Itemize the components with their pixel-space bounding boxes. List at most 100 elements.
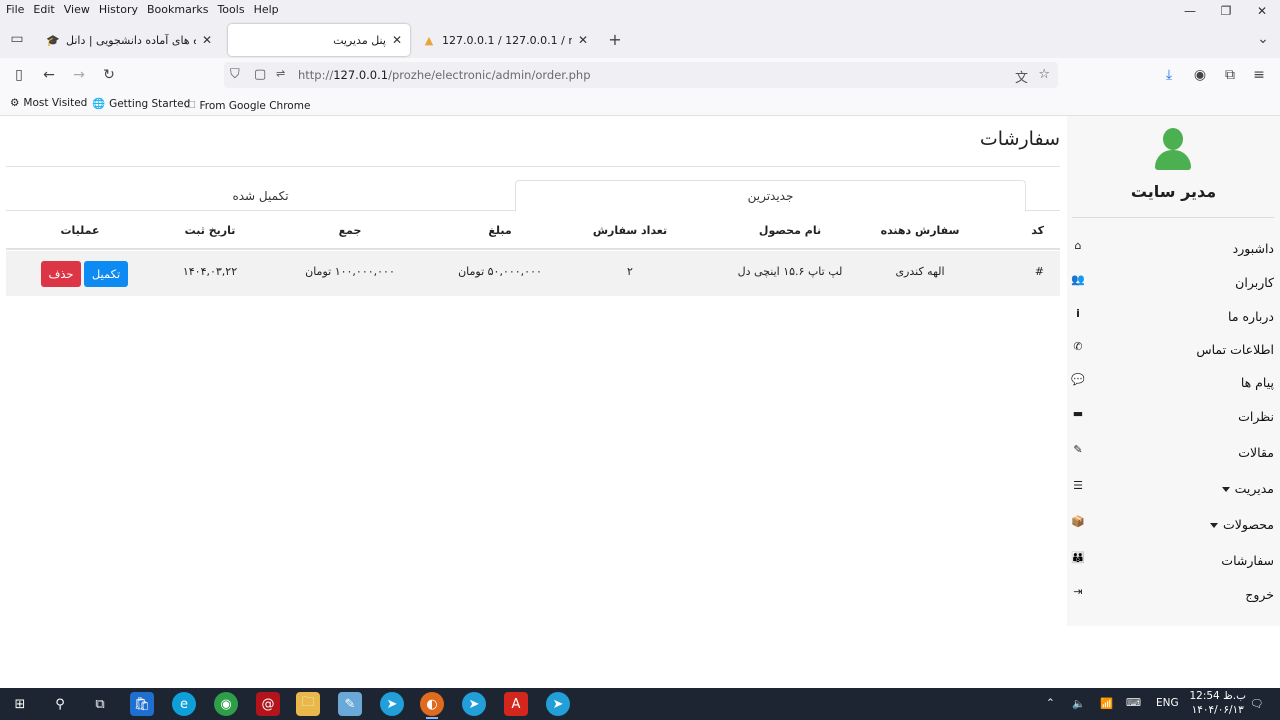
restore-icon[interactable]: ❐	[1208, 0, 1244, 22]
phone-icon: ✆	[1073, 339, 1083, 353]
complete-order-button[interactable]: تکمیل	[84, 261, 128, 287]
home-icon: ⌂	[1074, 238, 1082, 252]
firefox-icon[interactable]: ◐	[420, 692, 444, 716]
sidebar-item-contact[interactable]: اطلاعات تماس ✆	[1071, 339, 1274, 361]
navigation-bar: ▯ ← → ↻ ⛉ ▢ ⇌ http://127.0.0.1/prozhe/el…	[0, 58, 1280, 92]
sidebar-item-comments[interactable]: نظرات ▬	[1071, 406, 1274, 428]
windows-start-icon[interactable]: ⊞	[8, 692, 32, 716]
app-menu-icon[interactable]: ≡	[1250, 66, 1268, 84]
close-tab-icon[interactable]: ✕	[392, 33, 402, 47]
list-tabs-chevron-icon[interactable]: ⌄	[1254, 30, 1272, 48]
permissions-icon[interactable]: ⇌	[276, 67, 285, 80]
menu-bookmarks[interactable]: Bookmarks	[147, 3, 208, 16]
col-actions: عملیات	[60, 224, 100, 237]
address-bar[interactable]: ⛉ ▢ ⇌ http://127.0.0.1/prozhe/electronic…	[224, 62, 1058, 88]
close-tab-icon[interactable]: ✕	[578, 33, 588, 47]
page-content: مدیر سایت داشبورد ⌂ کاربران 👥 درباره ما …	[0, 116, 1280, 688]
search-icon[interactable]: ⚲	[48, 692, 72, 716]
downloads-icon[interactable]: ⤓	[1160, 66, 1178, 84]
info-icon: i	[1076, 306, 1080, 320]
forward-icon[interactable]: →	[70, 66, 88, 84]
sidebar-item-messages[interactable]: پیام ها 💬	[1071, 372, 1274, 394]
comments-icon: 💬	[1071, 372, 1085, 386]
chevron-up-icon[interactable]: ⌃	[1046, 697, 1055, 709]
col-quantity: تعداد سفارش	[592, 224, 668, 237]
sidebar-item-products[interactable]: محصولات 📦	[1071, 514, 1274, 536]
users-icon: 👥	[1071, 272, 1085, 286]
menu-history[interactable]: History	[99, 3, 138, 16]
tab-admin-panel[interactable]: پنل مدیریت ✕	[228, 24, 410, 56]
close-window-icon[interactable]: ✕	[1244, 0, 1280, 22]
system-clock[interactable]: 12:54 ب.ظ ۱۴۰۴/۰۶/۱۳	[1189, 689, 1246, 717]
sidebar-item-orders[interactable]: سفارشات 👪	[1071, 550, 1274, 572]
tab-completed[interactable]: تکمیل شده	[6, 180, 515, 211]
tab-newest[interactable]: جدیدترین	[515, 180, 1026, 212]
translate-icon[interactable]: 文	[1015, 67, 1028, 86]
wifi-icon[interactable]: 📶	[1100, 697, 1113, 710]
language-indicator[interactable]: ENG	[1156, 697, 1179, 709]
sidebar-item-users[interactable]: کاربران 👥	[1071, 272, 1274, 294]
account-icon[interactable]: ◉	[1191, 66, 1209, 84]
telegram-icon[interactable]: ➤	[380, 692, 404, 716]
edge-icon[interactable]: e	[172, 692, 196, 716]
tab-overview-icon[interactable]: ▭	[8, 30, 26, 48]
acrobat-icon[interactable]: A	[504, 692, 528, 716]
bookmarks-toolbar: ⚙ Most Visited 🌐 Getting Started 🗀 From Goo…	[0, 92, 1280, 116]
cell-total: ۱۰۰,۰۰۰,۰۰۰ تومان	[305, 265, 395, 278]
keyboard-icon[interactable]: ⌨	[1126, 697, 1141, 709]
folder-icon: 🗀	[185, 99, 196, 111]
bookmark-star-icon[interactable]: ☆	[1038, 67, 1050, 82]
minimize-icon[interactable]: —	[1172, 0, 1208, 22]
menu-edit[interactable]: Edit	[33, 3, 54, 16]
windows-taskbar: ⊞ ⚲ ⧉ 🛍 e ◉ @ 🗀 ✎ ➤ ◐ ➤ A ➤ ⌃ 🔈 📶 ⌨ ENG …	[0, 688, 1280, 720]
tab-student-projects[interactable]: 🎓 پروژه های آماده دانشجویی | دانل ✕	[38, 24, 220, 56]
file-explorer-icon[interactable]: 🗀	[296, 692, 320, 716]
sidebar-item-logout[interactable]: خروج ⇥	[1071, 584, 1274, 606]
active-app-indicator	[426, 717, 438, 719]
tab-strip: ▭ 🎓 پروژه های آماده دانشجویی | دانل ✕ پن…	[0, 20, 1280, 58]
volume-icon[interactable]: 🔈	[1072, 697, 1085, 710]
col-customer: سفارش دهنده	[880, 224, 960, 237]
menu-view[interactable]: View	[64, 3, 90, 16]
col-date: تاریخ ثبت	[184, 224, 236, 237]
cell-price: ۵۰,۰۰۰,۰۰۰ تومان	[458, 265, 542, 278]
bookmark-from-google-chrome[interactable]: 🗀 From Google Chrome	[185, 97, 310, 115]
bookmark-most-visited[interactable]: ⚙ Most Visited	[10, 97, 87, 109]
tab-phpmyadmin[interactable]: ▲ 127.0.0.1 / 127.0.0.1 / maccesso ✕	[414, 24, 596, 56]
store-icon[interactable]: 🛍	[130, 692, 154, 716]
gear-icon: ⚙	[10, 97, 20, 109]
menu-tools[interactable]: Tools	[217, 3, 244, 16]
chrome-icon[interactable]: ◉	[214, 692, 238, 716]
task-view-icon[interactable]: ⧉	[88, 692, 112, 716]
col-total: جمع	[338, 224, 362, 237]
reload-icon[interactable]: ↻	[100, 66, 118, 84]
anydesk-icon[interactable]: @	[256, 692, 280, 716]
sidebar-item-management[interactable]: مدیریت ☰	[1071, 478, 1274, 500]
cell-quantity: ۲	[627, 265, 633, 278]
edit-icon: ✎	[1073, 442, 1083, 456]
sidebar-item-articles[interactable]: مقالات ✎	[1071, 442, 1274, 464]
page-icon[interactable]: ▢	[254, 67, 266, 82]
menu-file[interactable]: File	[6, 3, 24, 16]
bookmark-getting-started[interactable]: 🌐 Getting Started	[92, 97, 190, 111]
globe-icon: 🌐	[92, 98, 106, 110]
orders-tabs: جدیدترین تکمیل شده	[6, 180, 1060, 212]
extensions-icon[interactable]: ⧉	[1221, 66, 1239, 84]
sidebar-item-about[interactable]: درباره ما i	[1071, 306, 1274, 328]
telegram-icon[interactable]: ➤	[546, 692, 570, 716]
sidebar-item-dashboard[interactable]: داشبورد ⌂	[1071, 238, 1274, 260]
notes-icon[interactable]: ✎	[338, 692, 362, 716]
notification-icon[interactable]: 🗨	[1250, 697, 1263, 710]
delete-order-button[interactable]: حذف	[41, 261, 81, 287]
telegram-icon[interactable]: ➤	[462, 692, 486, 716]
close-tab-icon[interactable]: ✕	[202, 33, 212, 47]
col-code: کد	[1031, 224, 1044, 237]
caret-down-icon	[1210, 523, 1219, 528]
url-text[interactable]: http://127.0.0.1/prozhe/electronic/admin…	[298, 68, 591, 82]
menu-help[interactable]: Help	[254, 3, 279, 16]
back-icon[interactable]: ←	[40, 66, 58, 84]
shield-icon[interactable]: ⛉	[230, 67, 240, 82]
page-title: سفارشات	[979, 128, 1060, 150]
new-tab-icon[interactable]: +	[606, 30, 624, 49]
sidebar-toggle-icon[interactable]: ▯	[10, 66, 28, 84]
